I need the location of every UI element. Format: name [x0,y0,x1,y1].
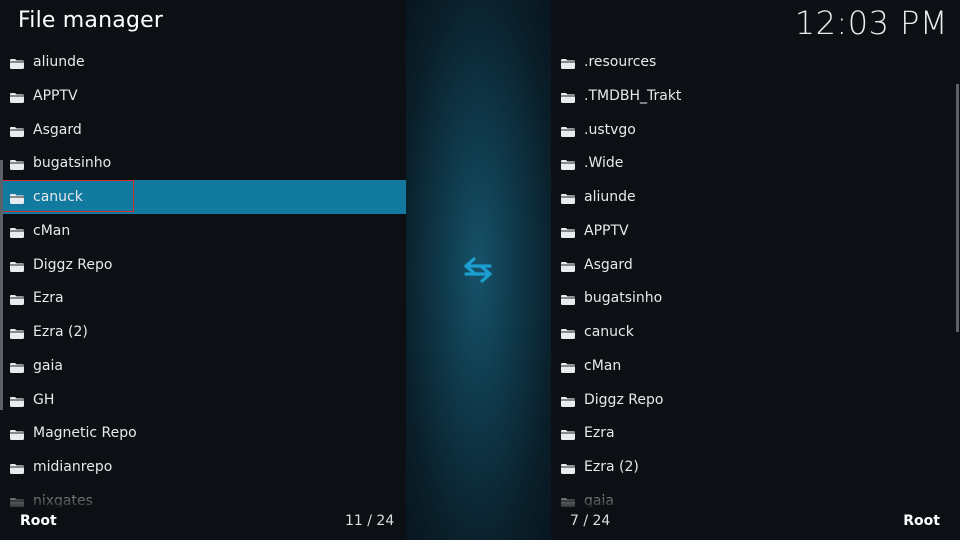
list-item-label: midianrepo [33,459,113,475]
left-list-item[interactable]: cMan [0,214,406,248]
list-item-label: .ustvgo [584,121,636,138]
folder-icon [10,260,24,272]
folder-icon [561,192,575,204]
list-item-label: APPTV [33,87,78,104]
right-scrollbar[interactable] [956,84,959,332]
list-item-label: Diggz Repo [584,391,664,408]
list-item-label: Ezra (2) [33,324,88,340]
right-list-item[interactable]: Ezra [551,416,960,450]
left-list-item[interactable]: Ezra [0,281,406,315]
folder-icon [561,462,575,474]
folder-icon [561,260,575,272]
list-item-label: Magnetic Repo [33,425,137,442]
list-item-label: Asgard [33,121,82,138]
list-item-label: Ezra [584,425,615,442]
list-item-label: .resources [584,54,657,70]
left-list-item[interactable]: Magnetic Repo [0,416,406,450]
right-list-item[interactable]: .Wide [551,146,960,180]
right-pane: .resources .TMDBH_Trakt .ustvgo .Wide aliund… [551,0,960,540]
swap-arrows-icon[interactable] [454,250,502,290]
folder-icon [10,361,24,373]
folder-icon [561,226,575,238]
list-item-label: Asgard [584,256,633,273]
list-item-label: cMan [33,222,71,239]
list-item-label: nixgates [33,492,93,507]
right-list-item[interactable]: Ezra (2) [551,450,960,484]
clock: 12:03 PM [794,4,948,42]
right-list-item[interactable]: Asgard [551,248,960,282]
folder-icon [561,361,575,373]
folder-icon [561,496,575,507]
left-list-item[interactable]: canuck [0,180,406,214]
list-item-label: bugatsinho [33,155,112,172]
list-item-label: APPTV [584,222,629,239]
right-footer-root: Root [903,513,940,529]
folder-icon [10,395,24,407]
list-item-label: cMan [584,357,622,374]
list-item-label: GH [33,391,55,408]
folder-icon [561,293,575,306]
right-list-item[interactable]: Diggz Repo [551,383,960,417]
list-item-label: Diggz Repo [33,256,113,273]
folder-icon [561,57,575,69]
right-list-item[interactable]: APPTV [551,214,960,248]
folder-icon [10,57,24,69]
left-list-item[interactable]: Diggz Repo [0,248,406,282]
right-list-item[interactable]: cMan [551,349,960,383]
list-item-label: bugatsinho [584,290,663,307]
list-item-label: gaia [584,492,614,507]
left-list-item[interactable]: midianrepo [0,450,406,484]
left-list-item[interactable]: gaia [0,349,406,383]
folder-icon [10,496,24,507]
list-item-label: canuck [584,324,634,340]
folder-icon [561,428,575,441]
left-list-item[interactable]: Ezra (2) [0,315,406,349]
right-list-item[interactable]: canuck [551,315,960,349]
right-list-item[interactable]: .TMDBH_Trakt [551,79,960,113]
page-title: File manager [18,8,164,33]
list-item-label: aliunde [33,54,85,70]
list-item-label: gaia [33,357,63,374]
right-footer-count: 7 / 24 [570,513,611,529]
left-list-item[interactable]: nixgates [0,484,406,507]
folder-icon [561,327,575,339]
folder-icon [10,125,24,137]
folder-icon [561,395,575,407]
folder-icon [10,428,24,441]
left-list-item[interactable]: bugatsinho [0,146,406,180]
right-list-item[interactable]: .ustvgo [551,113,960,147]
left-scrollbar[interactable] [0,160,3,410]
left-pane: aliunde APPTV Asgard bugatsinho canuck cMan Di… [0,0,406,540]
folder-icon [561,91,575,103]
right-list-item[interactable]: .resources [551,45,960,79]
folder-icon [10,226,24,238]
list-item-label: aliunde [584,189,636,205]
left-footer-count: 11 / 24 [345,513,395,529]
right-file-list[interactable]: .resources .TMDBH_Trakt .ustvgo .Wide aliund… [551,45,960,507]
right-list-item[interactable]: gaia [551,484,960,507]
left-list-item[interactable]: GH [0,383,406,417]
left-file-list[interactable]: aliunde APPTV Asgard bugatsinho canuck cMan Di… [0,45,406,507]
folder-icon [10,327,24,339]
folder-icon [10,462,24,474]
left-list-item[interactable]: aliunde [0,45,406,79]
folder-icon [10,91,24,103]
swap-pane [406,0,551,540]
folder-icon [10,192,24,204]
folder-icon [561,125,575,137]
folder-icon [10,293,24,306]
right-list-item[interactable]: bugatsinho [551,281,960,315]
list-item-label: Ezra (2) [584,459,639,475]
left-footer-root: Root [20,513,57,529]
list-item-label: .TMDBH_Trakt [584,87,682,104]
left-list-item[interactable]: Asgard [0,113,406,147]
folder-icon [10,158,24,171]
right-list-item[interactable]: aliunde [551,180,960,214]
list-item-label: .Wide [584,155,624,172]
left-list-item[interactable]: APPTV [0,79,406,113]
list-item-label: Ezra [33,290,64,307]
folder-icon [561,158,575,171]
